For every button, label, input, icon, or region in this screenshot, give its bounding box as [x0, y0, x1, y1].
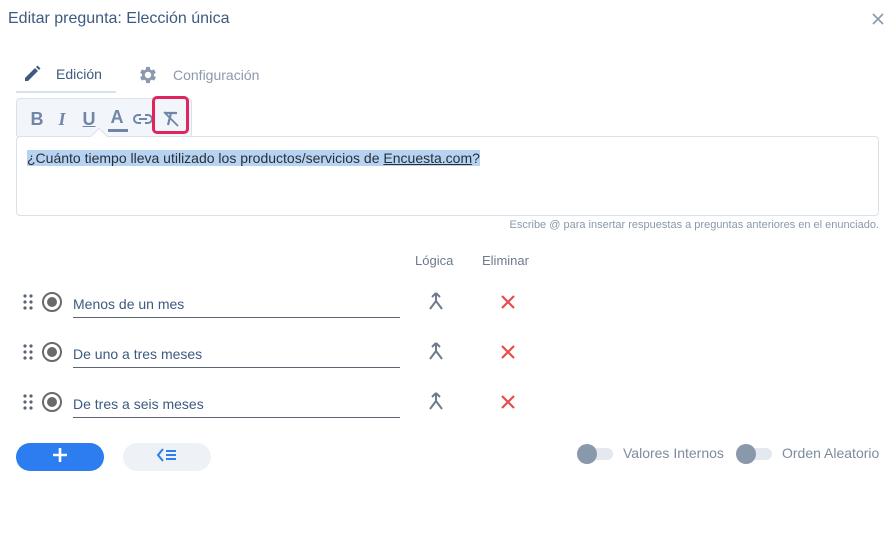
question-editor[interactable]: ¿Cuánto tiempo lleva utilizado los produ… [16, 136, 879, 216]
link-icon[interactable] [131, 105, 155, 133]
random-order-label: Orden Aleatorio [782, 445, 880, 461]
dialog-title: Editar pregunta: Elección única [8, 10, 230, 27]
tab-edicion[interactable]: Edición [16, 57, 116, 93]
gear-icon [137, 64, 159, 86]
answer-row [16, 382, 616, 422]
internal-values-toggle[interactable] [577, 444, 613, 464]
logic-icon[interactable] [426, 391, 446, 413]
editor-hint: Escribe @ para insertar respuestas a pre… [509, 219, 880, 231]
bold-button[interactable]: B [25, 105, 49, 133]
delete-column-header: Eliminar [482, 253, 529, 268]
drag-handle-icon[interactable] [22, 394, 34, 410]
drag-handle-icon[interactable] [22, 294, 34, 310]
answer-row [16, 282, 616, 322]
text-color-label: A [110, 106, 124, 127]
logic-icon[interactable] [426, 291, 446, 313]
answer-input[interactable] [73, 286, 400, 318]
question-text: ¿Cuánto tiempo lleva utilizado los produ… [27, 150, 480, 166]
answer-input[interactable] [73, 336, 400, 368]
add-answer-button[interactable] [16, 443, 104, 471]
drag-handle-icon[interactable] [22, 344, 34, 360]
italic-button[interactable]: I [50, 105, 74, 133]
delete-icon[interactable] [499, 293, 517, 311]
pencil-icon [22, 64, 42, 84]
radio-icon [42, 392, 62, 412]
random-order-toggle[interactable] [736, 444, 772, 464]
close-icon[interactable] [869, 10, 887, 28]
delete-icon[interactable] [499, 393, 517, 411]
delete-icon[interactable] [499, 343, 517, 361]
answer-input[interactable] [73, 386, 400, 418]
radio-icon [42, 342, 62, 362]
question-text-end: ? [472, 150, 480, 166]
plus-icon [52, 447, 68, 468]
bulk-list-icon [155, 447, 179, 468]
internal-values-label: Valores Internos [623, 445, 724, 461]
answer-row [16, 332, 616, 372]
clear-format-icon[interactable] [159, 105, 183, 133]
text-color-bar [108, 129, 128, 132]
logic-icon[interactable] [426, 341, 446, 363]
tab-edicion-label: Edición [56, 66, 102, 82]
tab-configuracion-label: Configuración [173, 67, 260, 83]
question-link[interactable]: Encuesta.com [383, 150, 472, 166]
text-color-button[interactable]: A [105, 105, 129, 133]
bulk-add-button[interactable] [123, 443, 211, 471]
radio-icon [42, 292, 62, 312]
edit-question-dialog: Editar pregunta: Elección única Edición … [0, 0, 896, 543]
question-text-start: ¿Cuánto tiempo lleva utilizado los produ… [27, 150, 384, 166]
tab-configuracion[interactable]: Configuración [137, 57, 259, 93]
logic-column-header: Lógica [415, 253, 454, 268]
selected-text: ¿Cuánto tiempo lleva utilizado los produ… [27, 150, 480, 166]
